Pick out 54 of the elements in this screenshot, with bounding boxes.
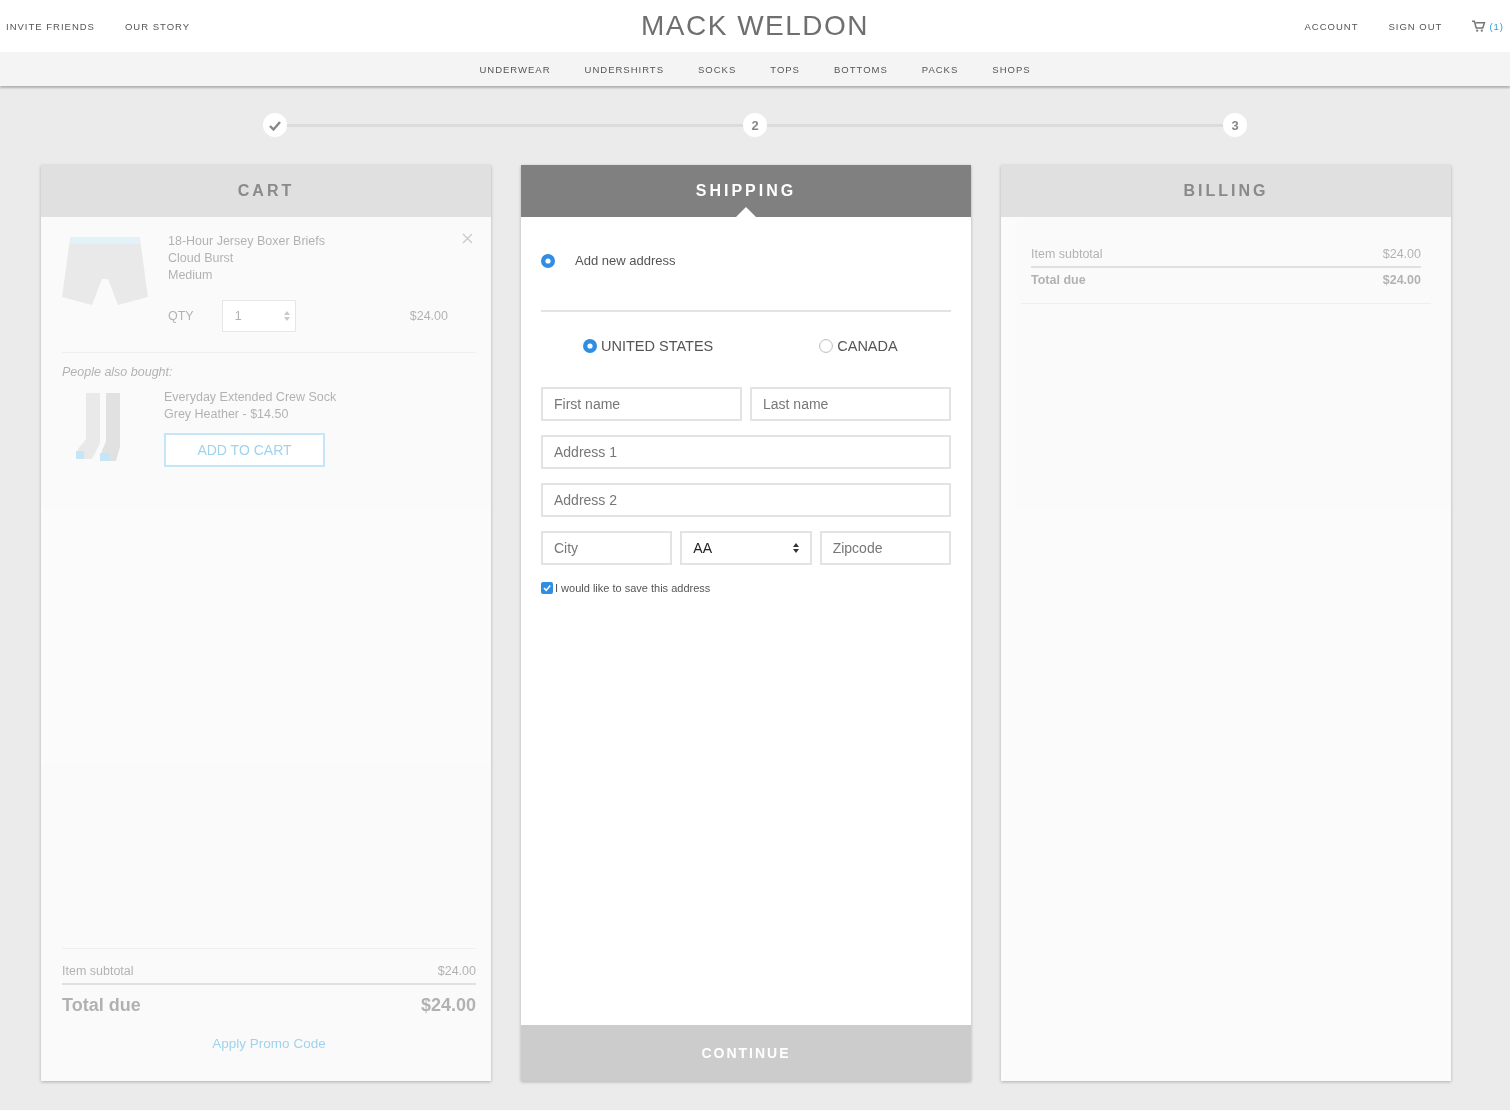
address-field[interactable]: Address 2 [541, 483, 951, 517]
total-label: Total due [62, 995, 141, 1016]
spinner-icon [283, 310, 290, 322]
header-link[interactable]: OUR STORY [124, 20, 191, 32]
state-select[interactable]: AA [680, 531, 812, 565]
total-value: $24.00 [420, 995, 476, 1016]
nav-link[interactable]: TOPS [753, 63, 817, 75]
product-detail: Grey Heather - $14.50 [164, 406, 290, 423]
radio-button[interactable] [819, 339, 834, 353]
summary-label: Item subtotal [1031, 247, 1103, 261]
logo[interactable]: MACK WELDON [640, 10, 870, 42]
address-field[interactable]: Address 1 [541, 435, 951, 469]
radio-button[interactable] [583, 339, 597, 353]
city-field[interactable]: City [541, 531, 673, 565]
check-icon [269, 119, 281, 131]
radio-label[interactable]: Add new address [575, 253, 676, 268]
summary-label: Item subtotal [62, 964, 134, 978]
product-name: Everyday Extended Crew Sock [164, 389, 338, 406]
radio-label[interactable]: UNITED STATES [601, 338, 714, 354]
cart-icon[interactable] [1472, 19, 1487, 33]
radio-button[interactable] [541, 253, 555, 268]
radio-label[interactable]: CANADA [837, 338, 898, 354]
product-price: $24.00 [409, 307, 448, 325]
total-value: $24.00 [1382, 273, 1421, 287]
product-variant: Cloud Burst [168, 250, 235, 267]
pointer-icon [736, 207, 756, 217]
total-label: Total due [1031, 273, 1086, 287]
product-size: Medium [168, 267, 214, 284]
step-marker: 3 [1223, 113, 1247, 137]
first-name-field[interactable]: First name [541, 387, 742, 421]
panel-title: CART [237, 182, 295, 200]
nav-link[interactable]: UNDERWEAR [462, 63, 568, 75]
qty-label: QTY [168, 307, 194, 325]
checkbox-label[interactable]: I would like to save this address [555, 582, 711, 594]
panel-title: BILLING [1183, 182, 1269, 200]
product-name: 18-Hour Jersey Boxer Briefs [168, 233, 326, 250]
header-link[interactable]: ACCOUNT [1304, 20, 1359, 32]
spinner-icon [792, 542, 799, 554]
nav-link[interactable]: SOCKS [681, 63, 754, 75]
summary-value: $24.00 [437, 964, 476, 978]
last-name-field[interactable]: Last name [750, 387, 951, 421]
panel-title: SHIPPING [695, 182, 797, 200]
nav-link[interactable]: PACKS [904, 63, 976, 75]
cart-count: (1) [1489, 20, 1504, 32]
step-marker: 2 [743, 113, 767, 137]
nav-link[interactable]: UNDERSHIRTS [567, 63, 681, 75]
zipcode-field[interactable]: Zipcode [819, 531, 951, 565]
header-link[interactable]: INVITE FRIENDS [6, 20, 95, 32]
checkbox[interactable] [541, 582, 553, 594]
nav-link[interactable]: BOTTOMS [816, 63, 905, 75]
section-label: People also bought: [62, 365, 174, 379]
nav-link[interactable]: SHOPS [975, 63, 1048, 75]
header-link[interactable]: SIGN OUT [1388, 20, 1443, 32]
summary-value: $24.00 [1382, 247, 1421, 261]
